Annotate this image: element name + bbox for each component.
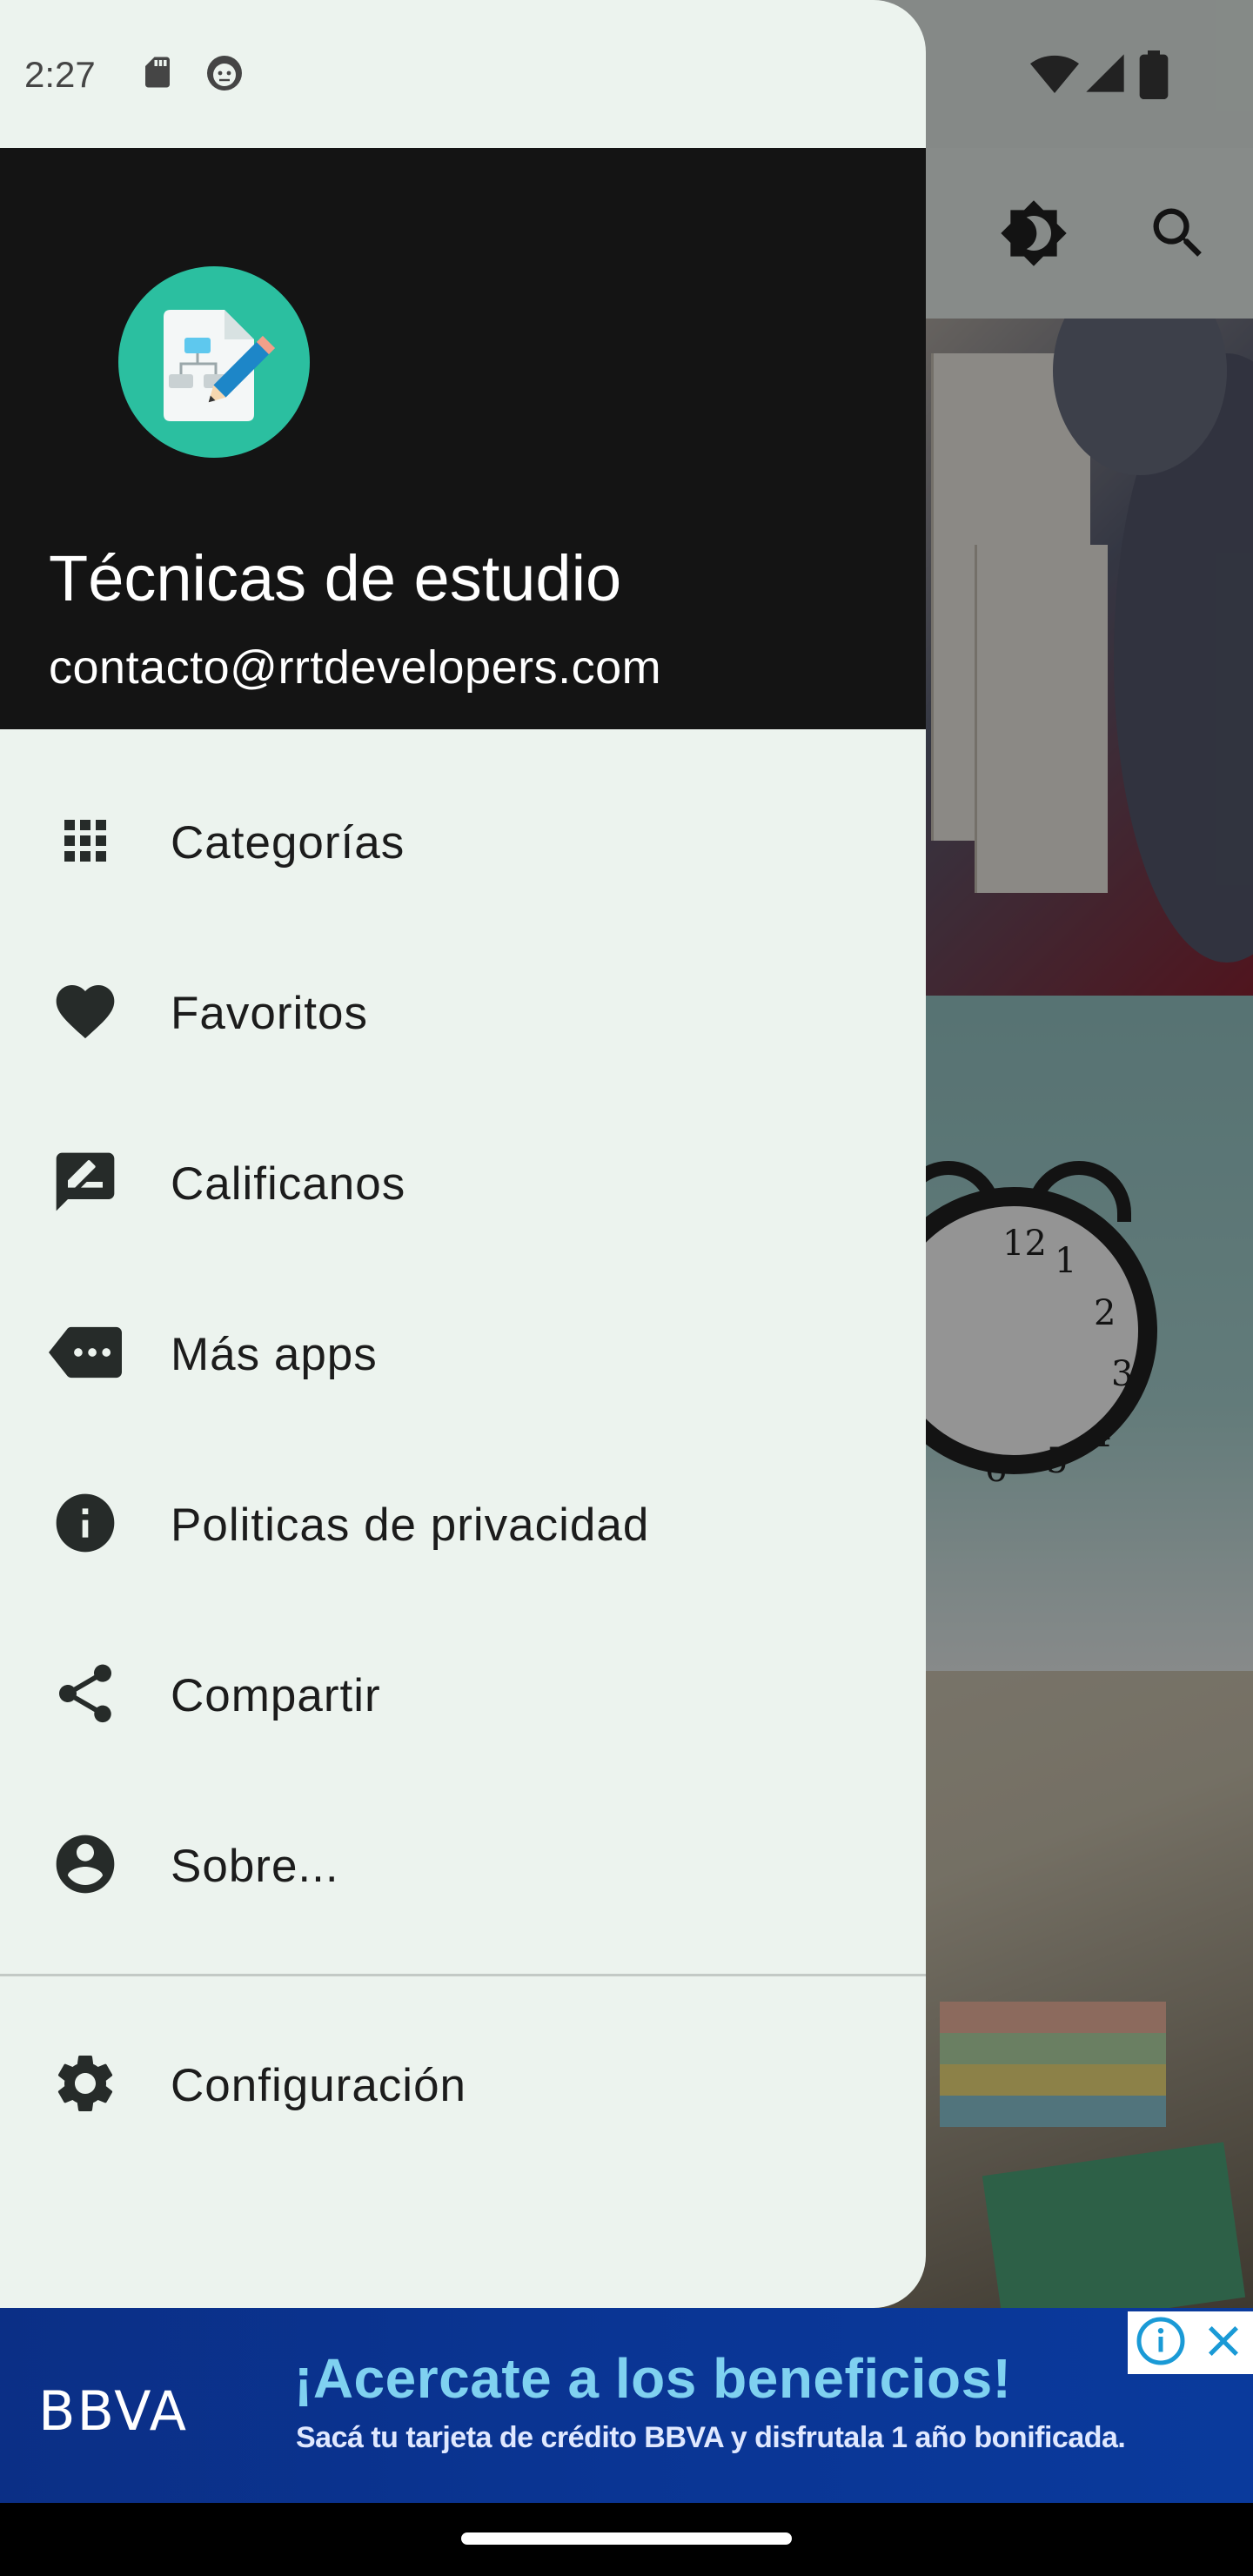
- drawer-item-categorias[interactable]: Categorías: [0, 755, 926, 926]
- document-edit-icon: [118, 266, 310, 458]
- drawer-item-label: Más apps: [171, 1329, 378, 1380]
- ad-info-icon[interactable]: [1135, 2315, 1187, 2371]
- drawer-divider: [0, 1974, 926, 1976]
- drawer-item-compartir[interactable]: Compartir: [0, 1608, 926, 1779]
- battery-icon: [1136, 50, 1171, 104]
- drawer-item-privacidad[interactable]: Politicas de privacidad: [0, 1438, 926, 1608]
- drawer-item-label: Politicas de privacidad: [171, 1499, 650, 1551]
- drawer-item-label: Favoritos: [171, 988, 368, 1039]
- home-gesture-handle[interactable]: [461, 2532, 792, 2545]
- heart-icon: [49, 980, 122, 1043]
- ad-headline: ¡Acercate a los beneficios!: [294, 2347, 1012, 2410]
- debug-cat-icon: [204, 52, 245, 98]
- status-time: 2:27: [24, 54, 96, 95]
- drawer-item-sobre[interactable]: Sobre...: [0, 1779, 926, 1949]
- drawer-item-mas-apps[interactable]: Más apps: [0, 1267, 926, 1438]
- ad-choices: [1128, 2311, 1253, 2374]
- drawer-app-name: Técnicas de estudio: [49, 542, 622, 614]
- navigation-drawer: 2:27 Técnicas de estudio contacto@rrtdev…: [0, 0, 926, 2308]
- ad-close-icon[interactable]: [1201, 2318, 1246, 2368]
- drawer-item-favoritos[interactable]: Favoritos: [0, 926, 926, 1097]
- drawer-item-configuracion[interactable]: Configuración: [0, 1998, 926, 2169]
- drawer-item-calificanos[interactable]: Calificanos: [0, 1097, 926, 1267]
- wifi-icon: [1030, 50, 1079, 104]
- drawer-email: contacto@rrtdevelopers.com: [49, 641, 662, 694]
- ad-subtext: Sacá tu tarjeta de crédito BBVA y disfru…: [296, 2421, 1126, 2454]
- ad-brand-logo: BBVA: [38, 2379, 189, 2443]
- ad-banner[interactable]: BBVA ¡Acercate a los beneficios! Sacá tu…: [0, 2308, 1253, 2503]
- sd-card-icon: [139, 52, 176, 97]
- info-icon: [49, 1492, 122, 1554]
- rate-review-icon: [49, 1150, 122, 1213]
- drawer-item-label: Sobre...: [171, 1841, 339, 1892]
- signal-icon: [1082, 50, 1128, 100]
- share-icon: [49, 1662, 122, 1725]
- drawer-item-label: Categorías: [171, 817, 405, 869]
- drawer-item-label: Compartir: [171, 1670, 381, 1721]
- drawer-item-label: Calificanos: [171, 1158, 406, 1210]
- grid-icon: [49, 809, 122, 872]
- drawer-item-label: Configuración: [171, 2060, 467, 2111]
- more-apps-icon: [49, 1321, 122, 1384]
- system-nav-bar: [0, 2503, 1253, 2576]
- account-circle-icon: [49, 1833, 122, 1895]
- settings-icon: [49, 2052, 122, 2115]
